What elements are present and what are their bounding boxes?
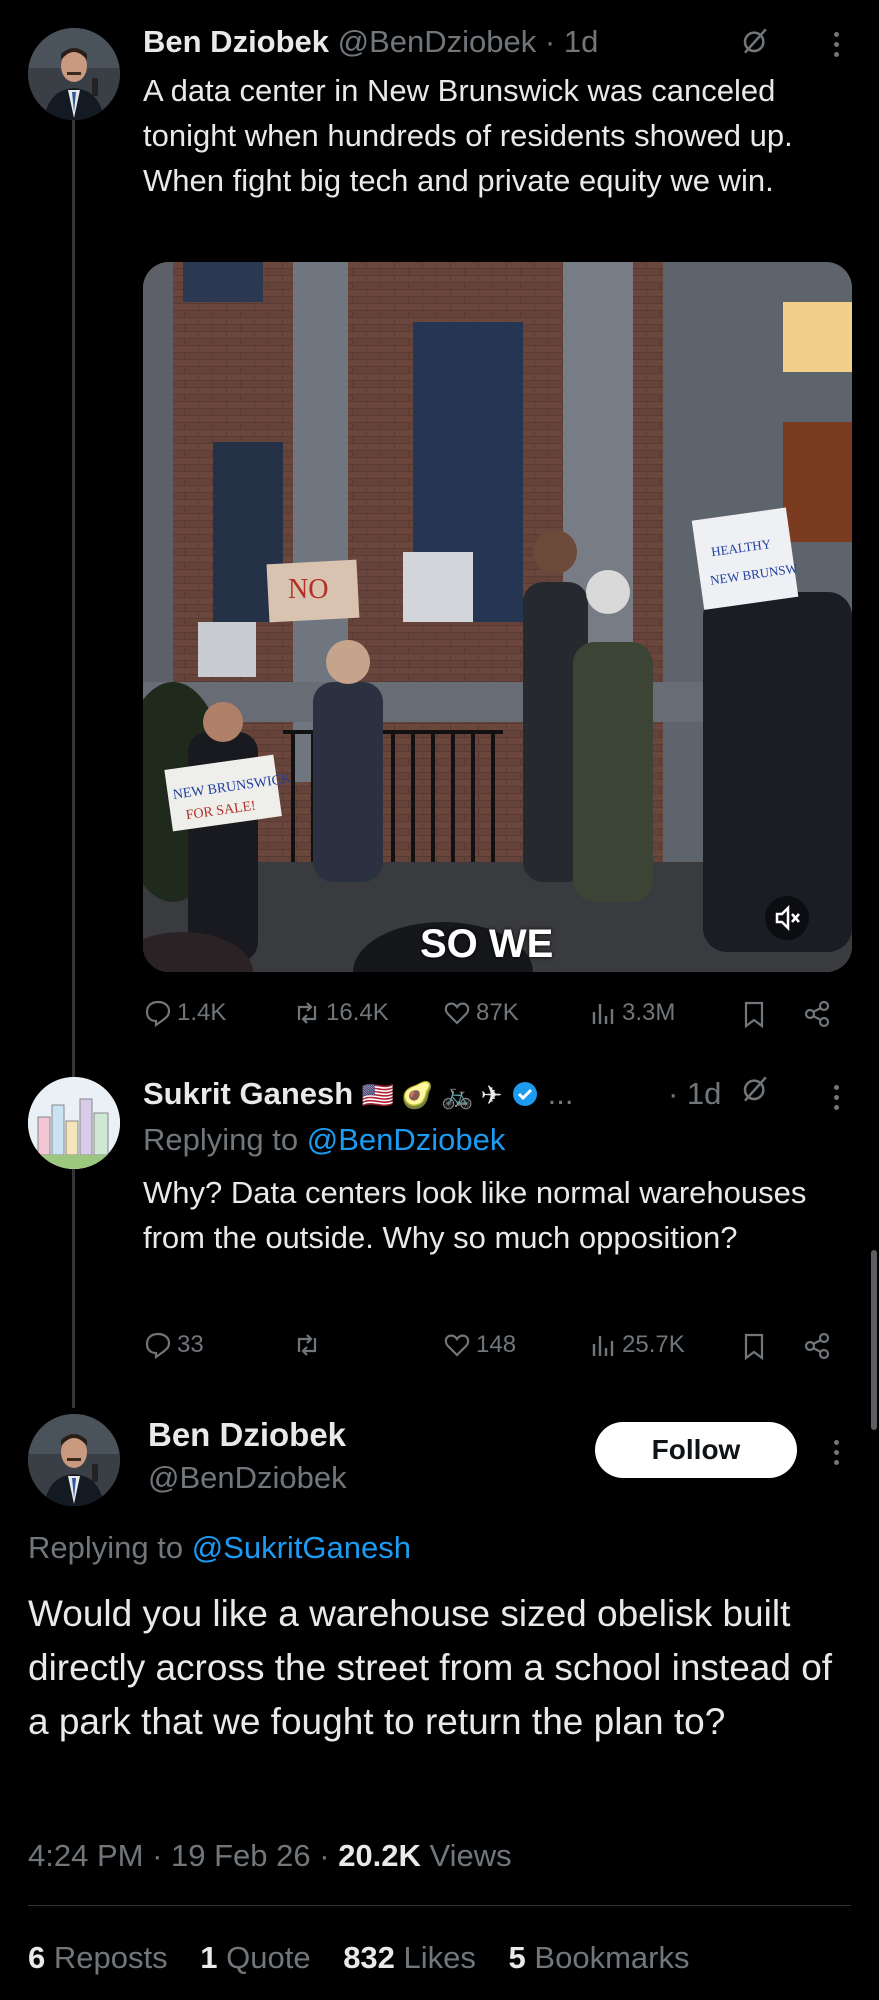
timestamp[interactable]: · 1d <box>545 24 598 59</box>
reply-count: 33 <box>177 1331 204 1358</box>
like-icon <box>444 1002 470 1025</box>
tweet1-header: Ben Dziobek @BenDziobek · 1d <box>143 24 598 60</box>
avatar-ben-dziobek[interactable] <box>28 1414 120 1506</box>
author-handle[interactable]: @BenDziobek <box>148 1460 347 1496</box>
more-icon[interactable] <box>831 1080 841 1115</box>
quotes-stat[interactable]: 1 Quote <box>200 1940 319 1975</box>
timestamp[interactable]: · 1d <box>668 1076 721 1112</box>
reply-icon <box>145 1000 171 1028</box>
verified-icon <box>513 1082 538 1106</box>
repost-button[interactable] <box>292 1330 326 1360</box>
reply-button[interactable]: 33 <box>143 1330 204 1360</box>
like-button[interactable]: 87K <box>442 998 519 1028</box>
bookmarks-stat[interactable]: 5 Bookmarks <box>509 1940 690 1975</box>
post-date[interactable]: 19 Feb 26 <box>171 1838 311 1873</box>
reply-count: 1.4K <box>177 999 227 1026</box>
divider <box>28 1905 851 1906</box>
views-count: 3.3M <box>622 999 676 1026</box>
more-icon[interactable] <box>831 27 841 62</box>
post-time[interactable]: 4:24 PM <box>28 1838 143 1873</box>
views-button[interactable]: 3.3M <box>588 998 675 1028</box>
share-icon[interactable] <box>802 999 832 1034</box>
tweet1-media-video[interactable]: NO NEW BRUNSWICK FOR SALE! HEALTHY NEW B… <box>143 262 852 972</box>
avatar-sukrit-ganesh[interactable] <box>28 1077 120 1169</box>
views-count: 25.7K <box>622 1331 685 1358</box>
like-icon <box>444 1334 470 1357</box>
views-count: 20.2K <box>338 1838 421 1873</box>
replying-to: Replying to @SukritGanesh <box>28 1530 412 1565</box>
author-name[interactable]: Sukrit Ganesh <box>143 1076 353 1111</box>
tweet2-header: Sukrit Ganesh 🇺🇸 🥑 🚲 ✈ ... <box>143 1076 573 1112</box>
tweet2-text: Why? Data centers look like normal wareh… <box>143 1175 807 1255</box>
name-ellipsis: ... <box>547 1076 574 1111</box>
replying-to-link[interactable]: @BenDziobek <box>307 1122 506 1157</box>
author-emoji: 🇺🇸 🥑 🚲 ✈ <box>361 1080 503 1110</box>
screen: { "tweet1": { "name": "Ben Dziobek", "ha… <box>0 0 879 2000</box>
grok-icon[interactable] <box>740 1074 776 1110</box>
more-icon[interactable] <box>831 1435 841 1470</box>
like-count: 87K <box>476 999 519 1026</box>
tweet1-text: A data center in New Brunswick was cance… <box>143 73 793 198</box>
repost-icon <box>297 1334 317 1356</box>
video-caption: SO WE <box>420 922 554 966</box>
author-name[interactable]: Ben Dziobek <box>148 1416 346 1454</box>
thread-line <box>72 118 75 1408</box>
repost-icon <box>297 1002 317 1024</box>
share-icon[interactable] <box>802 1331 832 1366</box>
grok-icon[interactable] <box>740 26 776 62</box>
repost-button[interactable]: 16.4K <box>292 998 389 1028</box>
author-handle[interactable]: @BenDziobek <box>338 24 537 59</box>
views-icon <box>592 1004 614 1024</box>
mute-icon[interactable] <box>765 896 809 940</box>
bookmark-icon[interactable] <box>739 999 769 1034</box>
likes-stat[interactable]: 832 Likes <box>343 1940 484 1975</box>
sign-no-data-centers: NO <box>288 574 328 605</box>
like-count: 148 <box>476 1331 517 1358</box>
repost-count: 16.4K <box>326 999 389 1026</box>
author-name[interactable]: Ben Dziobek <box>143 24 329 59</box>
views-button[interactable]: 25.7K <box>588 1330 685 1360</box>
views-icon <box>592 1336 614 1356</box>
stats-row: 6 Reposts 1 Quote 832 Likes 5 Bookmarks <box>28 1940 689 1976</box>
replying-to: Replying to @BenDziobek <box>143 1122 506 1157</box>
bookmark-icon[interactable] <box>739 1331 769 1366</box>
reply-button[interactable]: 1.4K <box>143 998 226 1028</box>
like-button[interactable]: 148 <box>442 1330 516 1360</box>
follow-button[interactable]: Follow <box>595 1422 797 1478</box>
scrollbar-thumb[interactable] <box>871 1250 877 1430</box>
reposts-stat[interactable]: 6 Reposts <box>28 1940 176 1975</box>
views-label: Views <box>429 1838 512 1873</box>
replying-to-link[interactable]: @SukritGanesh <box>192 1530 411 1565</box>
avatar-ben-dziobek[interactable] <box>28 28 120 120</box>
reply-icon <box>145 1332 171 1360</box>
tweet-meta: 4:24 PM · 19 Feb 26 · 20.2K Views <box>28 1838 512 1873</box>
main-tweet-text: Would you like a warehouse sized obelisk… <box>28 1593 833 1742</box>
